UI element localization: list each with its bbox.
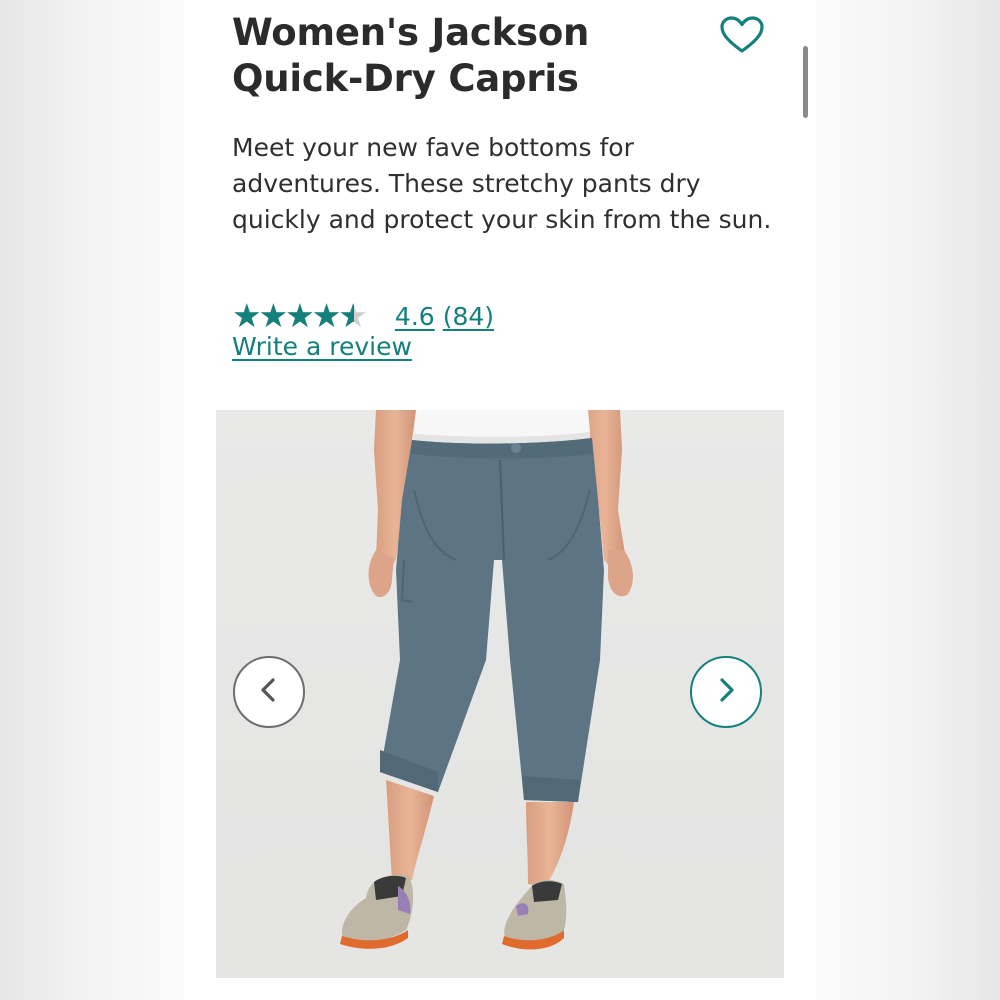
previous-image-button[interactable] [233, 656, 305, 728]
product-page: Women's Jackson Quick-Dry Capris Meet yo… [184, 0, 816, 1000]
chevron-right-icon [712, 676, 740, 708]
product-description: Meet your new fave bottoms for adventure… [232, 133, 772, 234]
product-title: Women's Jackson Quick-Dry Capris [232, 11, 590, 100]
chevron-left-icon [255, 676, 283, 708]
rating-summary: ★★★★★ ★★★★★ 4.6 (84) [232, 298, 494, 334]
write-review-link[interactable]: Write a review [232, 330, 412, 364]
star-rating-filled: ★★★★★ [232, 298, 355, 334]
favorite-button[interactable] [716, 14, 768, 60]
star-rating: ★★★★★ ★★★★★ [232, 298, 368, 334]
review-count-link[interactable]: (84) [443, 302, 494, 331]
rating-value-link[interactable]: 4.6 [395, 302, 435, 331]
next-image-button[interactable] [690, 656, 762, 728]
heart-outline-icon [719, 15, 765, 59]
scrollbar[interactable] [803, 46, 808, 118]
